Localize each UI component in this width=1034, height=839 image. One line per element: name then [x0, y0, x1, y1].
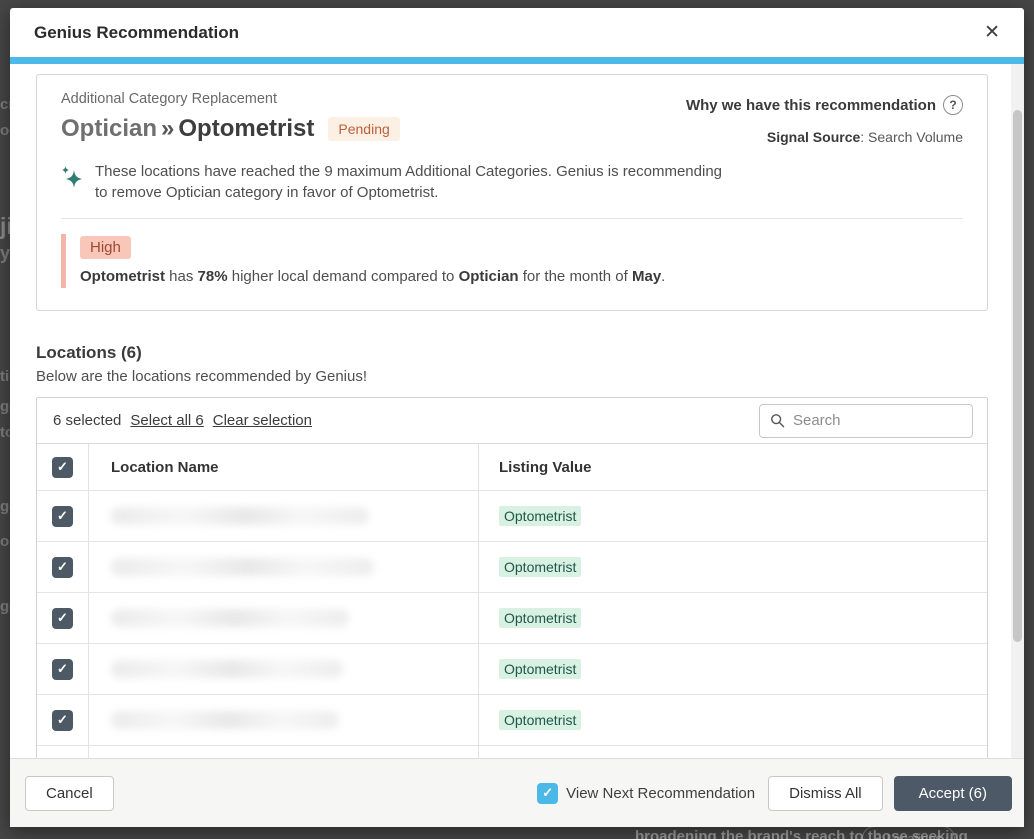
modal-scrollbar[interactable] [1011, 64, 1024, 758]
view-next-text: View Next Recommendation [566, 785, 755, 802]
background-fragment: ti [0, 368, 9, 385]
table-row-partial [37, 745, 987, 758]
view-next-checkbox-label[interactable]: View Next Recommendation [537, 783, 755, 804]
recommendation-description: These locations have reached the 9 maxim… [95, 162, 727, 203]
listing-value-chip: Optometrist [499, 608, 581, 628]
signal-source: Signal Source: Search Volume [686, 129, 963, 145]
location-name-redacted [111, 660, 343, 678]
card-divider [61, 218, 963, 219]
status-badge: Pending [328, 117, 399, 141]
column-header-location-name: Location Name [89, 444, 479, 490]
arrow-separator: » [161, 115, 174, 142]
card-left: Additional Category Replacement Optician… [61, 91, 400, 144]
impact-percentage: 78% [198, 268, 228, 285]
table-toolbar: 6 selected Select all 6 Clear selection [37, 398, 987, 443]
card-right: Why we have this recommendation ? Signal… [686, 91, 963, 145]
listing-value-chip: Optometrist [499, 506, 581, 526]
location-name-redacted [111, 711, 339, 729]
listing-value-chip: Optometrist [499, 710, 581, 730]
modal-title: Genius Recommendation [34, 23, 239, 43]
header-checkbox-cell [37, 444, 89, 490]
location-name-redacted [111, 609, 349, 627]
locations-pill-fragment: ● Locations [862, 826, 955, 839]
impact-from-category: Optician [459, 268, 519, 285]
recommendation-summary: These locations have reached the 9 maxim… [61, 162, 963, 203]
signal-source-label: Signal Source [767, 129, 860, 145]
help-icon[interactable]: ? [943, 95, 963, 115]
search-input-wrapper[interactable] [759, 404, 973, 438]
locations-subtitle: Below are the locations recommended by G… [36, 368, 988, 385]
table-header-row: Location Name Listing Value [37, 443, 987, 490]
signal-source-value: : Search Volume [860, 129, 963, 145]
genius-recommendation-modal: Genius Recommendation ✕ Additional Categ… [10, 8, 1024, 827]
clear-selection-link[interactable]: Clear selection [213, 412, 312, 429]
from-category: Optician [61, 115, 157, 142]
select-all-checkbox[interactable] [52, 457, 73, 478]
dismiss-all-button[interactable]: Dismiss All [768, 776, 883, 811]
card-top: Additional Category Replacement Optician… [61, 91, 963, 145]
screen: cr oo ji y ti go to go or go broadening … [0, 0, 1034, 839]
locations-table: 6 selected Select all 6 Clear selection [36, 397, 988, 758]
cancel-button[interactable]: Cancel [25, 776, 114, 811]
severity-badge: High [80, 236, 131, 259]
search-icon [770, 412, 785, 429]
impact-text: Optometrist has 78% higher local demand … [80, 268, 963, 285]
table-row: Optometrist [37, 490, 987, 541]
location-pin-icon: ● [875, 834, 880, 839]
select-all-link[interactable]: Select all 6 [130, 412, 203, 429]
selected-count: 6 selected [53, 412, 121, 429]
close-icon: ✕ [984, 22, 1000, 43]
column-header-listing-value: Listing Value [479, 444, 987, 490]
recommendation-card: Additional Category Replacement Optician… [36, 74, 988, 311]
why-recommendation-text: Why we have this recommendation [686, 97, 936, 114]
category-replacement-heading: Optician»Optometrist [61, 114, 314, 144]
why-recommendation-link[interactable]: Why we have this recommendation ? [686, 95, 963, 115]
impact-to-category: Optometrist [80, 268, 165, 285]
heading-row: Optician»Optometrist Pending [61, 114, 400, 144]
accent-bar [10, 57, 1024, 64]
table-row: Optometrist [37, 694, 987, 745]
table-row: Optometrist [37, 541, 987, 592]
scrollbar-thumb[interactable] [1013, 110, 1022, 642]
location-name-redacted [111, 507, 369, 525]
row-checkbox[interactable] [52, 608, 73, 629]
background-fragment: y [0, 243, 10, 264]
sparkles-icon [61, 165, 83, 189]
impact-month: May [632, 268, 661, 285]
close-button[interactable]: ✕ [980, 19, 1004, 46]
selection-group: 6 selected Select all 6 Clear selection [53, 412, 312, 429]
category-type-label: Additional Category Replacement [61, 91, 400, 107]
locations-heading: Locations (6) [36, 343, 988, 363]
row-checkbox[interactable] [52, 557, 73, 578]
modal-body: Additional Category Replacement Optician… [10, 64, 1024, 758]
accept-button[interactable]: Accept (6) [894, 776, 1012, 811]
table-row: Optometrist [37, 643, 987, 694]
row-checkbox[interactable] [52, 506, 73, 527]
search-input[interactable] [793, 412, 962, 429]
row-checkbox[interactable] [52, 659, 73, 680]
location-name-redacted [111, 558, 374, 576]
impact-block: High Optometrist has 78% higher local de… [61, 234, 963, 288]
listing-value-chip: Optometrist [499, 557, 581, 577]
modal-footer: Cancel View Next Recommendation Dismiss … [10, 758, 1024, 827]
table-row: Optometrist [37, 592, 987, 643]
footer-actions: View Next Recommendation Dismiss All Acc… [537, 776, 1012, 811]
modal-header: Genius Recommendation ✕ [10, 8, 1024, 57]
row-checkbox[interactable] [52, 710, 73, 731]
view-next-checkbox[interactable] [537, 783, 558, 804]
to-category: Optometrist [178, 115, 314, 142]
pill-label: Locations [886, 831, 942, 839]
listing-value-chip: Optometrist [499, 659, 581, 679]
